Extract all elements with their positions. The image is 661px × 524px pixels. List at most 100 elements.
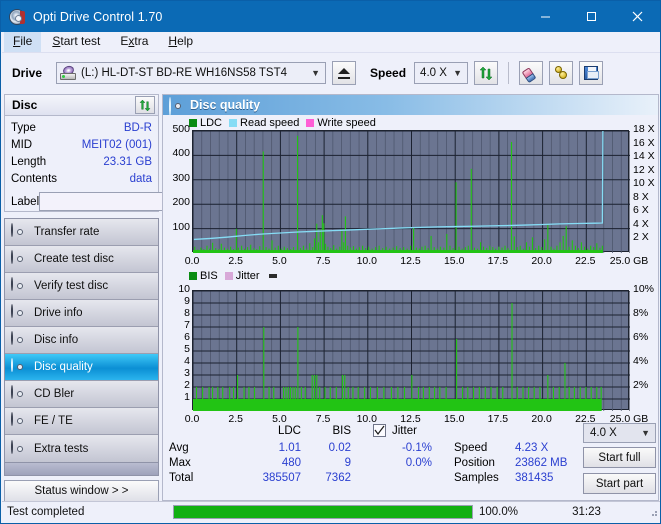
disc-icon [11, 332, 27, 348]
resize-grip-icon[interactable] [648, 507, 658, 517]
bottom-chart-legend: BIS Jitter [189, 270, 280, 282]
sidebar-item-verify-test-disc[interactable]: Verify test disc [5, 273, 158, 300]
start-full-button[interactable]: Start full [583, 447, 656, 468]
disc-row-contents: Contents data [11, 171, 152, 188]
minimize-icon[interactable] [522, 1, 568, 32]
sidebar-item-transfer-rate[interactable]: Transfer rate [5, 219, 158, 246]
status-window-button[interactable]: Status window > > [4, 480, 159, 502]
y-tick-label: 7 [164, 319, 190, 331]
disc-row-mid: MID MEIT02 (001) [11, 137, 152, 154]
stats-max-jitter: 0.0% [376, 457, 432, 469]
disc-panel-body: Type BD-R MID MEIT02 (001) Length 23.31 … [4, 116, 159, 212]
sidebar-item-label: Disc info [34, 334, 78, 346]
menu-file[interactable]: File [4, 32, 41, 52]
x-tick-label: 5.0 [272, 255, 287, 267]
progress-bar [173, 505, 473, 519]
x-tick-label: 17.5 [488, 413, 508, 425]
maximize-icon[interactable] [568, 1, 614, 32]
menu-help[interactable]: Help [159, 32, 202, 52]
y-tick-label: 300 [164, 172, 190, 184]
menu-extra[interactable]: Extra [111, 32, 157, 52]
y-tick-label: 10 [164, 283, 190, 295]
y-tick-label: 1 [164, 391, 190, 403]
chevron-down-icon: ▼ [453, 68, 462, 78]
test-nav-list: Transfer rate Create test disc Verify te… [4, 218, 159, 463]
refresh-button[interactable] [474, 61, 498, 85]
start-part-button[interactable]: Start part [583, 473, 656, 494]
refresh-icon [139, 100, 151, 111]
drive-toolbar: Drive (L:) HL-DT-ST BD-RE WH16NS58 TST4 … [2, 54, 661, 92]
x-tick-label: 0.0 [185, 255, 200, 267]
y-tick-label: 9 [164, 295, 190, 307]
sidebar-item-label: Transfer rate [34, 226, 99, 238]
sidebar-item-extra-tests[interactable]: Extra tests [5, 435, 158, 462]
disc-icon [11, 413, 27, 429]
x-tick-label: 20.0 [531, 413, 551, 425]
disc-row-type: Type BD-R [11, 120, 152, 137]
y-tick-label: 6 [164, 331, 190, 343]
speed-key: Speed [454, 442, 487, 454]
bottom-chart-plot-area [192, 290, 629, 410]
stats-avg-bis: 0.02 [301, 442, 351, 454]
sidebar-item-label: CD Bler [34, 388, 74, 400]
tools-button[interactable] [549, 61, 573, 85]
y-tick-label: 2 [164, 379, 190, 391]
status-message: Test completed [7, 506, 167, 518]
y2-tick-label: 16 X [633, 137, 655, 149]
sidebar-item-disc-quality[interactable]: Disc quality [5, 354, 158, 381]
drive-select-value: (L:) HL-DT-ST BD-RE WH16NS58 TST4 [81, 67, 287, 79]
test-speed-select[interactable]: 4.0 X ▼ [583, 423, 656, 443]
close-icon[interactable] [614, 1, 660, 32]
drive-icon [60, 66, 76, 80]
y-tick-label: 5 [164, 343, 190, 355]
disc-icon [11, 441, 27, 457]
erase-button[interactable] [519, 61, 543, 85]
x-tick-label: 22.5 [575, 255, 595, 267]
stats-avg-ldc: 1.01 [245, 442, 301, 454]
drive-label: Drive [12, 66, 42, 80]
sidebar-item-drive-info[interactable]: Drive info [5, 300, 158, 327]
save-button[interactable] [579, 61, 603, 85]
stats-row-key-avg: Avg [169, 442, 189, 454]
speed-label: Speed [370, 66, 406, 80]
sidebar-item-label: Drive info [34, 307, 83, 319]
y-tick-label: 3 [164, 367, 190, 379]
sidebar-item-fe-te[interactable]: FE / TE [5, 408, 158, 435]
samples-key: Samples [454, 472, 499, 484]
y-tick-label: 100 [164, 221, 190, 233]
speed-select[interactable]: 4.0 X ▼ [414, 62, 468, 84]
x-tick-label: 17.5 [488, 255, 508, 267]
status-bar: Test completed 100.0% 31:23 [2, 501, 661, 522]
disc-icon [11, 224, 27, 240]
speed-select-value: 4.0 X [420, 67, 447, 79]
samples-value: 381435 [515, 472, 553, 484]
disc-refresh-button[interactable] [135, 96, 155, 114]
sidebar-item-label: FE / TE [34, 415, 73, 427]
drive-select[interactable]: (L:) HL-DT-ST BD-RE WH16NS58 TST4 ▼ [56, 62, 326, 84]
sidebar-item-create-test-disc[interactable]: Create test disc [5, 246, 158, 273]
x-tick-label: 2.5 [228, 413, 243, 425]
legend-item-bis: BIS [189, 270, 218, 282]
y2-tick-label: 18 X [633, 123, 655, 135]
menu-start-test[interactable]: Start test [43, 32, 109, 52]
save-icon [584, 66, 598, 80]
disc-row-key: Type [11, 120, 36, 137]
legend-label-bis: BIS [200, 270, 218, 282]
y-tick-label: 200 [164, 196, 190, 208]
left-panel: Disc Type BD-R MID MEIT02 (001) Length 2… [4, 94, 159, 501]
disc-label-key: Label [11, 196, 39, 208]
x-tick-label: 12.5 [400, 413, 420, 425]
sidebar-item-cd-bler[interactable]: CD Bler [5, 381, 158, 408]
elapsed-time: 31:23 [572, 506, 601, 518]
stats-avg-jitter: -0.1% [376, 442, 432, 454]
eject-button[interactable] [332, 61, 356, 85]
disc-icon [11, 251, 27, 267]
jitter-checkbox[interactable] [373, 424, 386, 437]
y2-tick-label: 8 X [633, 191, 649, 203]
disc-icon [9, 9, 25, 25]
sidebar-item-disc-info[interactable]: Disc info [5, 327, 158, 354]
y2-tick-label: 8% [633, 307, 648, 319]
x-tick-label: 15.0 [444, 255, 464, 267]
disc-panel-title: Disc [12, 98, 37, 112]
y2-tick-label: 6 X [633, 204, 649, 216]
